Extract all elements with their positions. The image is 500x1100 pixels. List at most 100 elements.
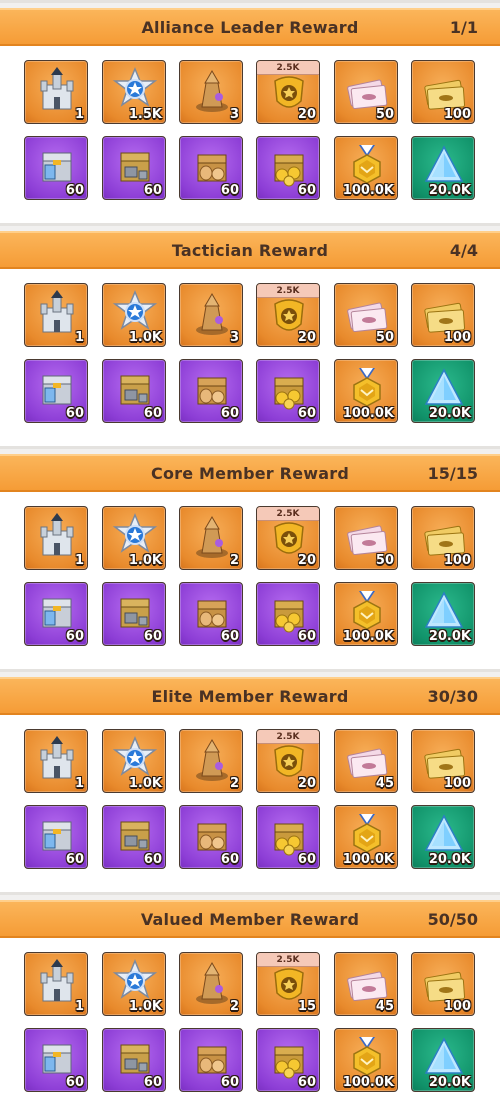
reward-item[interactable]: 1.0K [102,729,166,793]
reward-item[interactable]: 50 [334,283,398,347]
reward-item[interactable]: 1.0K [102,506,166,570]
reward-item[interactable]: 100 [411,283,475,347]
item-quantity: 60 [220,852,239,867]
reward-item[interactable]: 60 [179,136,243,200]
reward-item[interactable]: 100 [411,506,475,570]
reward-item[interactable]: 100.0K [334,136,398,200]
reward-item[interactable]: 60 [24,1028,88,1092]
reward-item[interactable]: 60 [24,136,88,200]
reward-item[interactable]: 2 [179,729,243,793]
reward-item[interactable]: 60 [24,582,88,646]
item-quantity: 20.0K [428,629,471,644]
reward-item[interactable]: 100 [411,729,475,793]
item-quantity: 60 [143,406,162,421]
reward-item[interactable]: 60 [179,1028,243,1092]
item-quantity: 100 [443,999,471,1014]
reward-item[interactable]: 60 [256,582,320,646]
reward-item[interactable]: 1 [24,506,88,570]
reward-item[interactable]: 2.5K 15 [256,952,320,1016]
item-quantity: 20 [297,330,316,345]
reward-item[interactable]: 20.0K [411,359,475,423]
reward-grid: 1 1.0K 3 2.5K 20 50 100 60 60 60 60 100.0K 20.0K [0,269,500,431]
item-quantity: 100.0K [342,1075,394,1090]
reward-item[interactable]: 100.0K [334,1028,398,1092]
reward-item[interactable]: 60 [256,805,320,869]
item-quantity: 20 [297,107,316,122]
item-quantity: 15 [297,999,316,1014]
reward-item[interactable]: 60 [102,1028,166,1092]
item-quantity: 2 [229,776,239,791]
item-quantity: 60 [65,852,84,867]
reward-item[interactable]: 1 [24,952,88,1016]
section-header: Valued Member Reward 50/50 [0,900,500,938]
item-quantity: 1 [74,330,84,345]
tower-icon [188,513,236,561]
reward-item[interactable]: 60 [179,582,243,646]
reward-item[interactable]: 1.5K [102,60,166,124]
item-quantity: 1.5K [128,107,162,122]
item-quantity: 1.0K [128,999,162,1014]
reward-section: Alliance Leader Reward 1/1 1 1.5K 3 2.5K 20 50 1… [0,0,500,208]
reward-item[interactable]: 2 [179,952,243,1016]
item-quantity: 60 [220,406,239,421]
reward-item[interactable]: 1.0K [102,952,166,1016]
item-quantity: 1.0K [128,776,162,791]
section-count: 30/30 [427,687,478,706]
section-title: Elite Member Reward [151,687,349,706]
reward-item[interactable]: 60 [24,805,88,869]
reward-item[interactable]: 50 [334,506,398,570]
item-quantity: 100.0K [342,183,394,198]
reward-item[interactable]: 3 [179,60,243,124]
item-quantity: 100 [443,107,471,122]
item-quantity: 3 [229,330,239,345]
item-quantity: 20 [297,776,316,791]
reward-item[interactable]: 2.5K 20 [256,60,320,124]
reward-item[interactable]: 1 [24,729,88,793]
reward-section: Tactician Reward 4/4 1 1.0K 3 2.5K 20 50 100 60 60… [0,223,500,431]
reward-item[interactable]: 60 [256,1028,320,1092]
reward-item[interactable]: 60 [179,359,243,423]
tower-icon [188,959,236,1007]
reward-item[interactable]: 100.0K [334,805,398,869]
castle-icon [33,290,81,338]
reward-item[interactable]: 60 [102,136,166,200]
reward-item[interactable]: 60 [179,805,243,869]
reward-item[interactable]: 1 [24,60,88,124]
reward-grid: 1 1.5K 3 2.5K 20 50 100 60 60 60 60 100.0K 20.0K [0,46,500,208]
reward-item[interactable]: 20.0K [411,805,475,869]
reward-item[interactable]: 45 [334,729,398,793]
item-quantity: 100 [443,776,471,791]
item-quantity: 45 [375,999,394,1014]
reward-item[interactable]: 60 [102,582,166,646]
reward-item[interactable]: 2.5K 20 [256,283,320,347]
item-quantity: 100.0K [342,629,394,644]
reward-item[interactable]: 60 [24,359,88,423]
reward-item[interactable]: 1 [24,283,88,347]
reward-item[interactable]: 1.0K [102,283,166,347]
reward-item[interactable]: 60 [256,136,320,200]
reward-item[interactable]: 45 [334,952,398,1016]
reward-item[interactable]: 2 [179,506,243,570]
reward-item[interactable]: 60 [256,359,320,423]
reward-item[interactable]: 100 [411,952,475,1016]
reward-item[interactable]: 100 [411,60,475,124]
item-quantity: 100.0K [342,406,394,421]
section-header: Core Member Reward 15/15 [0,454,500,492]
section-header: Tactician Reward 4/4 [0,231,500,269]
item-quantity: 20.0K [428,183,471,198]
reward-item[interactable]: 20.0K [411,1028,475,1092]
reward-item[interactable]: 3 [179,283,243,347]
item-quantity: 100 [443,330,471,345]
reward-item[interactable]: 2.5K 20 [256,729,320,793]
reward-item[interactable]: 60 [102,805,166,869]
item-quantity: 60 [220,183,239,198]
reward-item[interactable]: 2.5K 20 [256,506,320,570]
reward-item[interactable]: 100.0K [334,359,398,423]
reward-item[interactable]: 20.0K [411,582,475,646]
reward-item[interactable]: 60 [102,359,166,423]
castle-icon [33,67,81,115]
item-quantity: 45 [375,776,394,791]
reward-item[interactable]: 100.0K [334,582,398,646]
reward-item[interactable]: 20.0K [411,136,475,200]
reward-item[interactable]: 50 [334,60,398,124]
